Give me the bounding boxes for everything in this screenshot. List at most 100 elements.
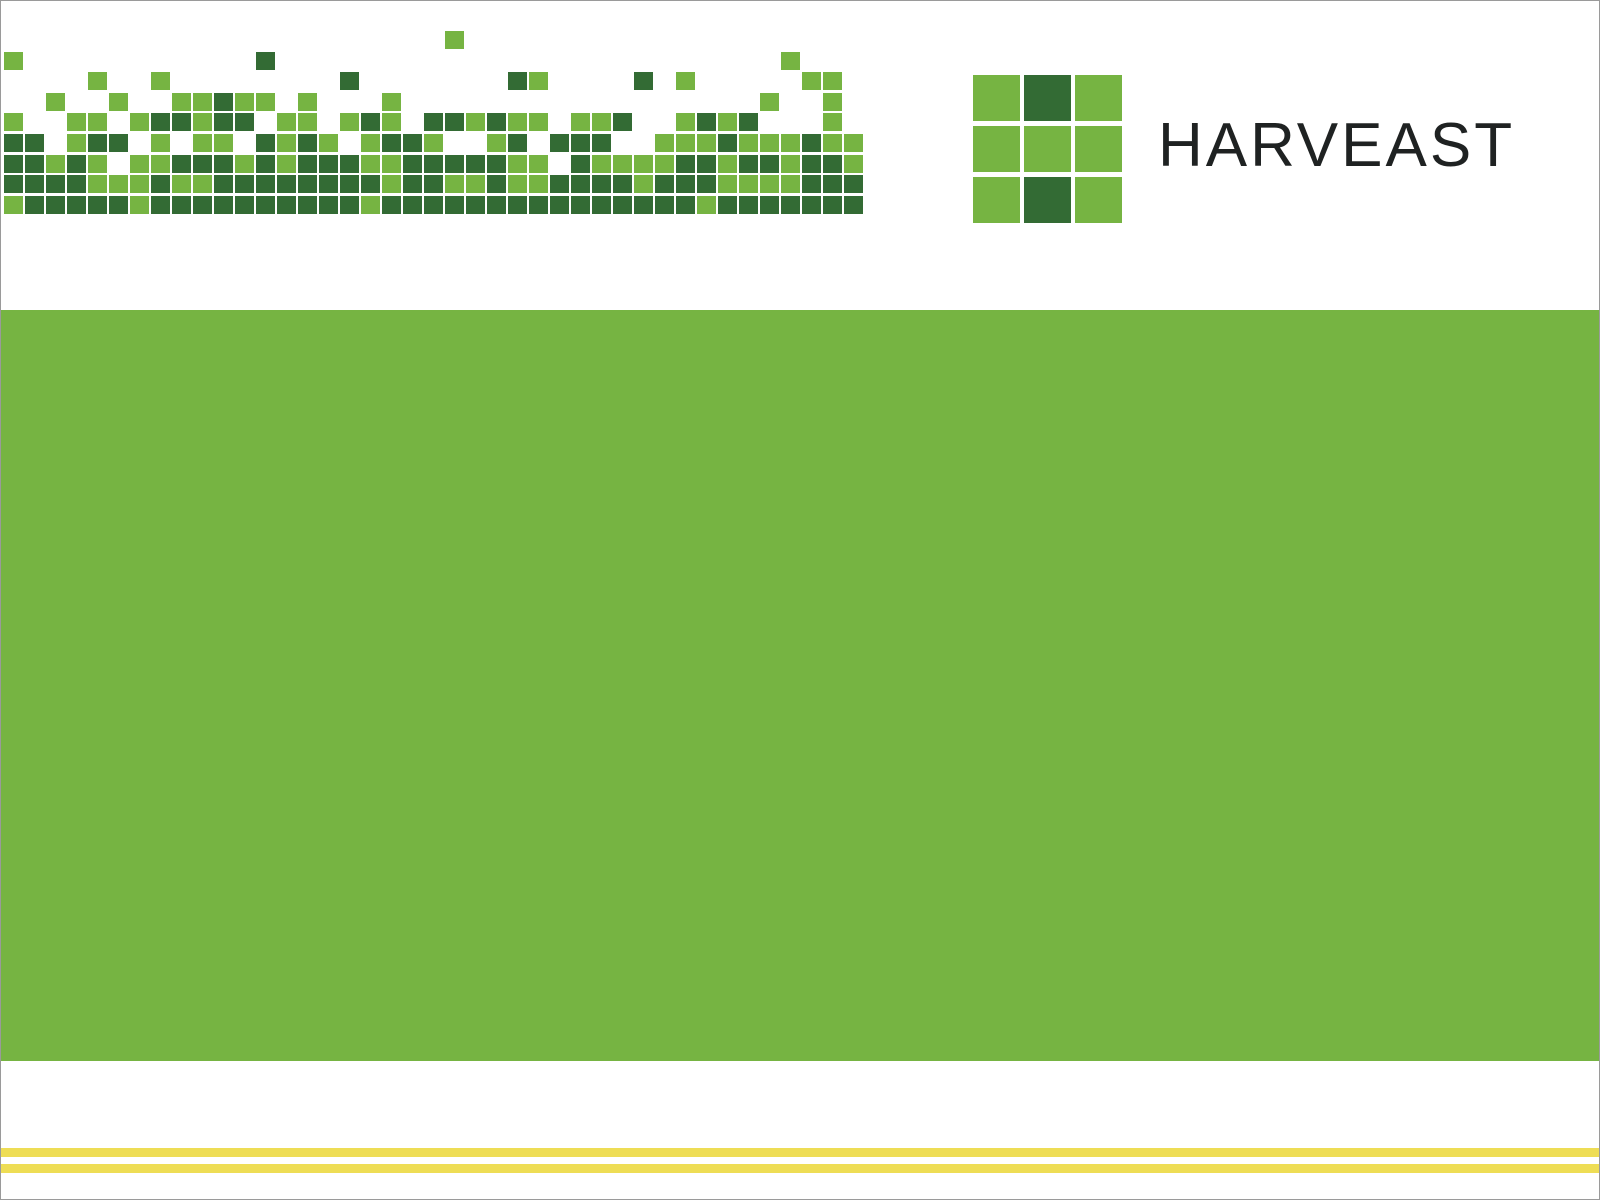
pattern-square <box>361 134 380 152</box>
pattern-square <box>718 175 737 193</box>
pattern-square <box>67 175 86 193</box>
pattern-square <box>256 155 275 173</box>
pattern-square <box>214 175 233 193</box>
pattern-square <box>298 93 317 111</box>
pattern-square <box>403 175 422 193</box>
pattern-square <box>193 134 212 152</box>
pattern-square <box>592 113 611 131</box>
pattern-square <box>487 134 506 152</box>
pattern-square <box>277 134 296 152</box>
pattern-square <box>403 196 422 214</box>
pattern-square <box>676 134 695 152</box>
pattern-square <box>424 196 443 214</box>
pattern-square <box>424 155 443 173</box>
logo-mark-square <box>973 126 1020 172</box>
pattern-square <box>571 113 590 131</box>
pattern-square <box>319 175 338 193</box>
pattern-square <box>571 155 590 173</box>
pattern-square <box>487 196 506 214</box>
pattern-square <box>592 155 611 173</box>
pattern-square <box>676 113 695 131</box>
pattern-square <box>697 134 716 152</box>
pattern-square <box>382 134 401 152</box>
pattern-square <box>781 196 800 214</box>
pattern-square <box>424 113 443 131</box>
pattern-square <box>802 155 821 173</box>
pattern-square <box>718 134 737 152</box>
pattern-square <box>844 134 863 152</box>
pattern-square <box>592 196 611 214</box>
pattern-square <box>130 196 149 214</box>
pattern-square <box>634 72 653 90</box>
pattern-square <box>4 196 23 214</box>
pattern-square <box>256 52 275 70</box>
pattern-square <box>340 175 359 193</box>
pattern-square <box>88 134 107 152</box>
pixel-pattern-decoration <box>1 31 871 231</box>
pattern-square <box>823 72 842 90</box>
pattern-square <box>361 196 380 214</box>
pattern-square <box>823 155 842 173</box>
pattern-square <box>361 155 380 173</box>
pattern-square <box>508 113 527 131</box>
pattern-square <box>802 72 821 90</box>
pattern-square <box>382 155 401 173</box>
pattern-square <box>781 134 800 152</box>
pattern-square <box>340 72 359 90</box>
pattern-square <box>88 175 107 193</box>
pattern-square <box>4 113 23 131</box>
logo-mark-square <box>1024 126 1071 172</box>
pattern-square <box>151 134 170 152</box>
pattern-square <box>760 175 779 193</box>
pattern-square <box>319 134 338 152</box>
pattern-square <box>172 93 191 111</box>
pattern-square <box>592 175 611 193</box>
pattern-square <box>508 155 527 173</box>
pattern-square <box>634 155 653 173</box>
pattern-square <box>151 155 170 173</box>
pattern-square <box>214 196 233 214</box>
pattern-square <box>550 134 569 152</box>
pattern-square <box>130 113 149 131</box>
pattern-square <box>760 93 779 111</box>
pattern-square <box>193 175 212 193</box>
pattern-square <box>592 134 611 152</box>
pattern-square <box>424 134 443 152</box>
pattern-square <box>676 72 695 90</box>
pattern-square <box>67 113 86 131</box>
pattern-square <box>172 113 191 131</box>
pattern-square <box>151 113 170 131</box>
pattern-square <box>802 175 821 193</box>
pattern-square <box>844 196 863 214</box>
harveast-logo-mark <box>973 75 1125 225</box>
pattern-square <box>487 175 506 193</box>
pattern-square <box>529 155 548 173</box>
pattern-square <box>823 93 842 111</box>
pattern-square <box>634 196 653 214</box>
pattern-square <box>193 113 212 131</box>
pattern-square <box>445 175 464 193</box>
pattern-square <box>130 175 149 193</box>
pattern-square <box>508 196 527 214</box>
pattern-square <box>655 134 674 152</box>
pattern-square <box>88 155 107 173</box>
pattern-square <box>382 196 401 214</box>
pattern-square <box>676 196 695 214</box>
pattern-square <box>46 93 65 111</box>
pattern-square <box>319 155 338 173</box>
pattern-square <box>172 155 191 173</box>
pattern-square <box>613 175 632 193</box>
pattern-square <box>613 113 632 131</box>
pattern-square <box>214 155 233 173</box>
pattern-square <box>508 175 527 193</box>
pattern-square <box>382 93 401 111</box>
pattern-square <box>613 155 632 173</box>
pattern-square <box>361 175 380 193</box>
pattern-square <box>235 196 254 214</box>
pattern-square <box>4 134 23 152</box>
logo-mark-square <box>973 75 1020 121</box>
pattern-square <box>823 175 842 193</box>
pattern-square <box>697 113 716 131</box>
pattern-square <box>823 113 842 131</box>
pattern-square <box>802 196 821 214</box>
